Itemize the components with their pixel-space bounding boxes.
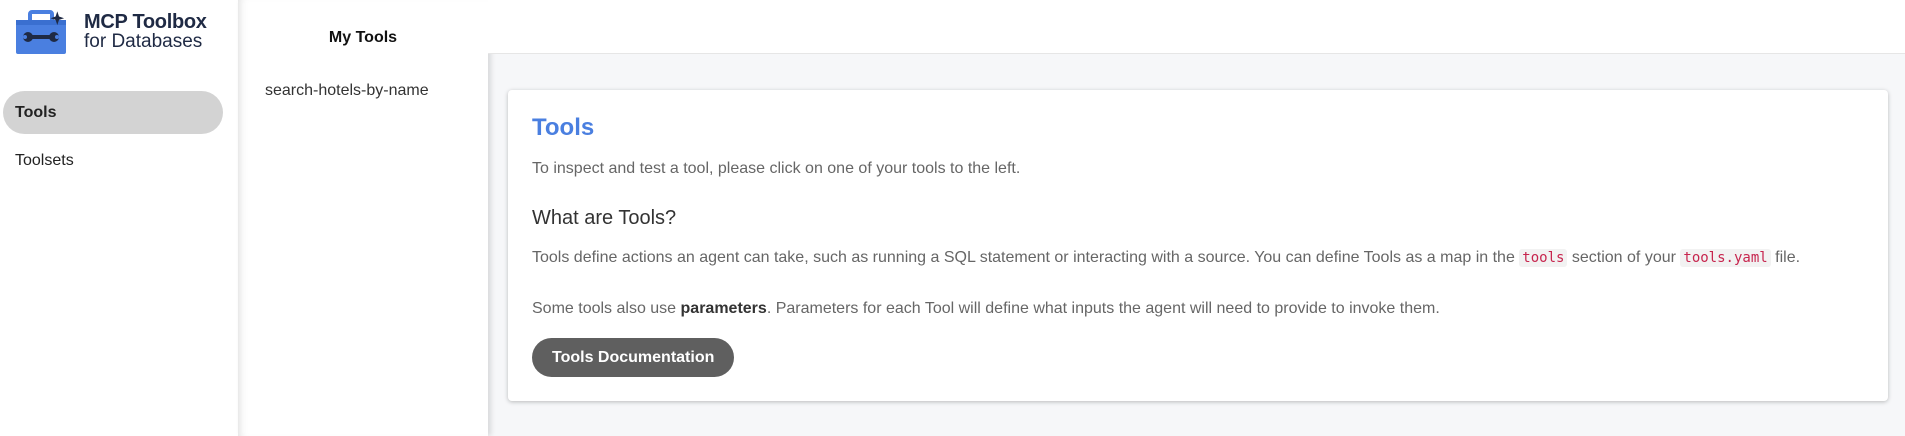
- logo-text: MCP Toolbox for Databases: [84, 12, 207, 52]
- sidebar-item-toolsets[interactable]: Toolsets: [3, 139, 223, 182]
- logo[interactable]: MCP Toolbox for Databases: [14, 8, 224, 56]
- logo-subtitle: for Databases: [84, 31, 203, 52]
- section-heading: What are Tools?: [532, 207, 677, 229]
- tools-description: Tools define actions an agent can take, …: [532, 249, 1800, 267]
- code-tools: tools: [1519, 249, 1568, 267]
- logo-title: MCP Toolbox: [84, 11, 207, 33]
- parameters-description-text: . Parameters for each Tool will define w…: [766, 300, 1440, 317]
- toolbox-wrench-icon: [16, 10, 66, 54]
- parameters-bold: parameters: [680, 300, 767, 317]
- tools-description-text: Tools define actions an agent can take, …: [532, 249, 1520, 266]
- tool-item-search-hotels-by-name[interactable]: search-hotels-by-name: [265, 82, 429, 100]
- parameters-description: Some tools also use parameters. Paramete…: [532, 300, 1440, 318]
- top-bar: [488, 0, 1905, 54]
- tools-panel-title: My Tools: [328, 29, 398, 46]
- tools-info-card: Tools To inspect and test a tool, please…: [508, 90, 1888, 401]
- tools-panel: My Tools search-hotels-by-name: [238, 0, 488, 436]
- tools-description-text: file.: [1770, 249, 1801, 266]
- sidebar-item-tools[interactable]: Tools: [3, 91, 223, 134]
- code-tools-yaml: tools.yaml: [1680, 249, 1771, 267]
- intro-text: To inspect and test a tool, please click…: [532, 160, 1021, 177]
- parameters-description-text: Some tools also use: [532, 300, 681, 317]
- sidebar: MCP Toolbox for Databases Tools Toolsets: [0, 0, 238, 436]
- page-title: Tools: [532, 114, 595, 141]
- tools-documentation-button[interactable]: Tools Documentation: [532, 338, 735, 377]
- tools-description-text: section of your: [1567, 249, 1681, 266]
